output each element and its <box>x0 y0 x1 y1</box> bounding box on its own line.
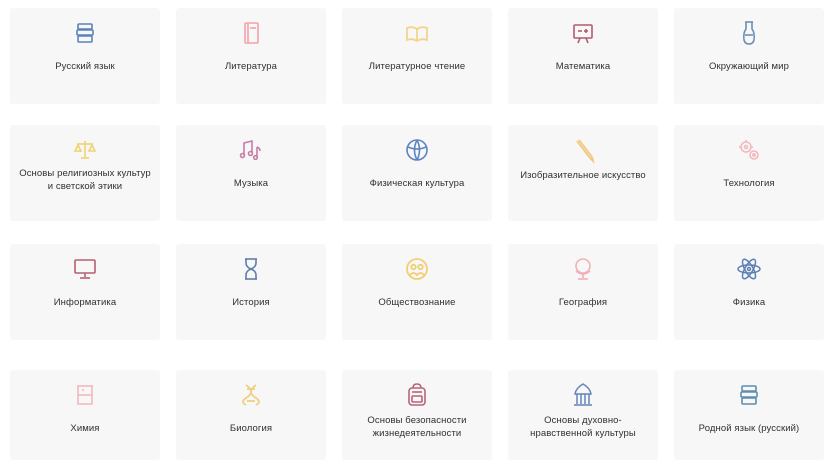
subject-label: Окружающий мир <box>709 61 789 72</box>
subjects-grid: Русский язык Литература Литературное чте… <box>0 0 830 464</box>
music-notes-icon <box>236 135 266 165</box>
subject-label: Литературное чтение <box>368 61 466 72</box>
subject-tile-physics[interactable]: Физика <box>674 244 824 340</box>
subject-tile-world[interactable]: Окружающий мир <box>674 8 824 104</box>
people-icon <box>402 254 432 284</box>
monitor-icon <box>70 254 100 284</box>
subject-tile-native-language[interactable]: Родной язык (русский) <box>674 370 824 460</box>
subject-tile-geography[interactable]: География <box>508 244 658 340</box>
book-stack-icon <box>734 380 764 410</box>
subject-label: География <box>558 297 608 308</box>
subject-label: Литература <box>224 61 278 72</box>
subject-label: Информатика <box>53 297 117 308</box>
pencil-icon <box>568 135 598 165</box>
globe-stand-icon <box>568 254 598 284</box>
subject-tile-reading[interactable]: Литературное чтение <box>342 8 492 104</box>
subject-tile-music[interactable]: Музыка <box>176 125 326 221</box>
subject-tile-social[interactable]: Обществознание <box>342 244 492 340</box>
subject-tile-literature[interactable]: Литература <box>176 8 326 104</box>
subject-label: История <box>232 297 270 308</box>
subject-tile-obzh[interactable]: Основы безопасности жизнедеятельности <box>342 370 492 460</box>
backpack-icon <box>402 380 432 410</box>
book-stack-icon <box>70 18 100 48</box>
book-icon <box>236 18 266 48</box>
subject-tile-history[interactable]: История <box>176 244 326 340</box>
subject-label: Основы безопасности жизнедеятельности <box>367 415 467 439</box>
subject-tile-biology[interactable]: Биология <box>176 370 326 460</box>
subject-label: Физика <box>732 297 766 308</box>
subject-tile-informatics[interactable]: Информатика <box>10 244 160 340</box>
subject-label: Технология <box>723 178 775 189</box>
subject-label: Основы религиозных культур и светской эт… <box>19 168 151 192</box>
subject-label: Основы духовно-нравственной культуры <box>530 415 636 439</box>
subject-tile-russian[interactable]: Русский язык <box>10 8 160 104</box>
subject-tile-chemistry[interactable]: Химия <box>10 370 160 460</box>
subject-tile-pe[interactable]: Физическая культура <box>342 125 492 221</box>
subject-label: Родной язык (русский) <box>698 423 800 434</box>
beaker-icon <box>70 380 100 410</box>
subject-label: Обществознание <box>378 297 456 308</box>
scales-icon <box>70 135 100 165</box>
subject-label: Физическая культура <box>369 178 465 189</box>
subject-tile-religions[interactable]: Основы религиозных культур и светской эт… <box>10 125 160 221</box>
subject-label: Русский язык <box>55 61 115 72</box>
subject-label: Химия <box>70 423 100 434</box>
subject-tile-art[interactable]: Изобразительное искусство <box>508 125 658 221</box>
subject-label: Музыка <box>233 178 269 189</box>
hourglass-icon <box>236 254 266 284</box>
flask-icon <box>734 18 764 48</box>
gears-icon <box>734 135 764 165</box>
open-book-icon <box>402 18 432 48</box>
subject-label: Биология <box>229 423 273 434</box>
temple-icon <box>568 380 598 410</box>
subject-label: Математика <box>555 61 611 72</box>
subject-label: Изобразительное искусство <box>520 170 646 181</box>
subject-tile-odnk[interactable]: Основы духовно-нравственной культуры <box>508 370 658 460</box>
atom-icon <box>734 254 764 284</box>
subject-tile-technology[interactable]: Технология <box>674 125 824 221</box>
subject-tile-math[interactable]: Математика <box>508 8 658 104</box>
board-icon <box>568 18 598 48</box>
dna-icon <box>236 380 266 410</box>
globe-icon <box>402 135 432 165</box>
